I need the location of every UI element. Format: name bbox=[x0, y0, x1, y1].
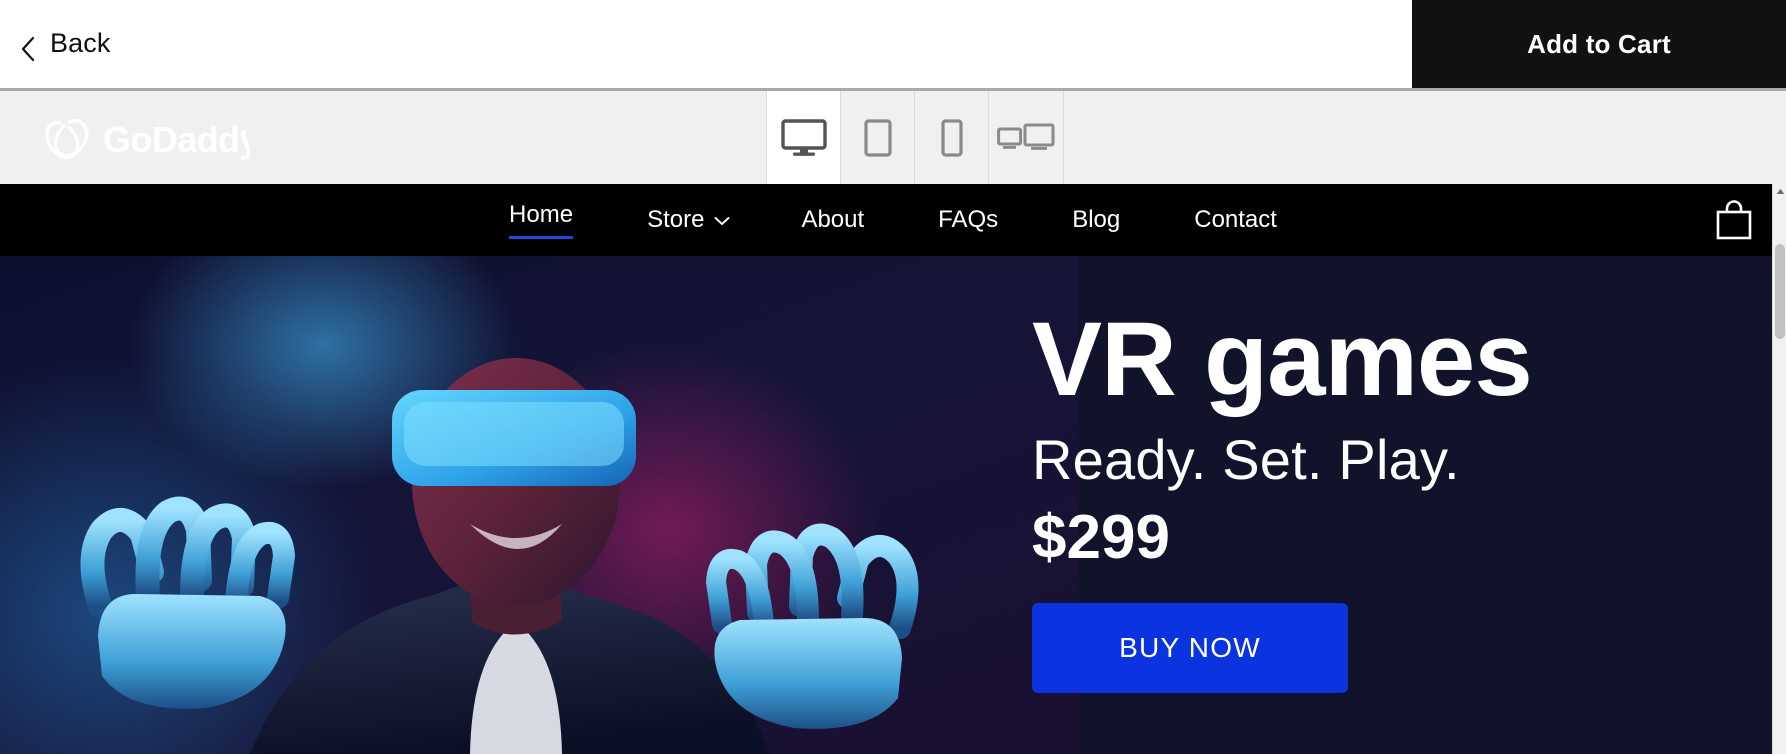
back-button[interactable]: Back bbox=[10, 20, 120, 67]
site-nav-items: Home Store About FAQs Blog Contact bbox=[472, 201, 1314, 239]
chevron-left-icon bbox=[20, 36, 36, 61]
godaddy-logo-icon: GoDaddy bbox=[45, 113, 250, 163]
back-label: Back bbox=[50, 28, 111, 58]
nav-item-about[interactable]: About bbox=[764, 206, 901, 234]
mobile-phone-icon bbox=[940, 118, 963, 157]
svg-text:GoDaddy: GoDaddy bbox=[103, 119, 250, 160]
nav-item-store[interactable]: Store bbox=[610, 206, 764, 234]
godaddy-brand: GoDaddy bbox=[0, 91, 767, 184]
tablet-icon bbox=[863, 118, 892, 157]
hero-price: $299 bbox=[1032, 503, 1170, 573]
shopping-bag-icon bbox=[1714, 199, 1754, 241]
editor-top-bar: Back Add to Cart bbox=[0, 0, 1786, 88]
vr-headset-person-illustration bbox=[0, 256, 1078, 754]
nav-item-label: Home bbox=[509, 201, 574, 239]
site-navigation-bar: Home Store About FAQs Blog Contact bbox=[0, 184, 1786, 256]
nav-item-label: Blog bbox=[1072, 206, 1121, 233]
multi-device-icon bbox=[997, 122, 1055, 154]
device-tab-phone[interactable] bbox=[914, 91, 989, 184]
device-tab-responsive[interactable] bbox=[988, 91, 1064, 184]
device-tab-tablet[interactable] bbox=[840, 91, 915, 184]
nav-item-blog[interactable]: Blog bbox=[1035, 206, 1157, 234]
nav-item-contact[interactable]: Contact bbox=[1157, 206, 1314, 234]
cart-button[interactable] bbox=[1714, 199, 1754, 241]
desktop-monitor-icon bbox=[780, 118, 827, 157]
nav-item-faqs[interactable]: FAQs bbox=[901, 206, 1035, 234]
nav-item-label: Contact bbox=[1194, 206, 1277, 233]
device-tab-desktop[interactable] bbox=[766, 91, 841, 184]
hero-subtitle: Ready. Set. Play. bbox=[1032, 428, 1460, 492]
scroll-thumb[interactable] bbox=[1775, 244, 1785, 339]
scroll-up-arrow-icon[interactable] bbox=[1773, 184, 1786, 198]
hero-image bbox=[0, 256, 1078, 754]
device-tab-list bbox=[766, 91, 1064, 184]
nav-item-home[interactable]: Home bbox=[472, 201, 610, 239]
hero-text-block: VR games Ready. Set. Play. $299 BUY NOW bbox=[1032, 301, 1672, 694]
nav-item-label: FAQs bbox=[938, 206, 999, 233]
nav-item-label: About bbox=[801, 206, 865, 233]
buy-now-button[interactable]: BUY NOW bbox=[1032, 603, 1348, 694]
chevron-down-icon bbox=[714, 216, 730, 225]
hero-title: VR games bbox=[1032, 301, 1533, 418]
vertical-scrollbar[interactable] bbox=[1772, 184, 1786, 754]
add-to-cart-button[interactable]: Add to Cart bbox=[1412, 0, 1786, 88]
hero-section: VR games Ready. Set. Play. $299 BUY NOW bbox=[0, 256, 1786, 754]
site-preview: Home Store About FAQs Blog Contact VR ga… bbox=[0, 184, 1786, 754]
device-preview-toolbar: GoDaddy bbox=[0, 88, 1786, 184]
nav-item-label: Store bbox=[647, 206, 705, 233]
